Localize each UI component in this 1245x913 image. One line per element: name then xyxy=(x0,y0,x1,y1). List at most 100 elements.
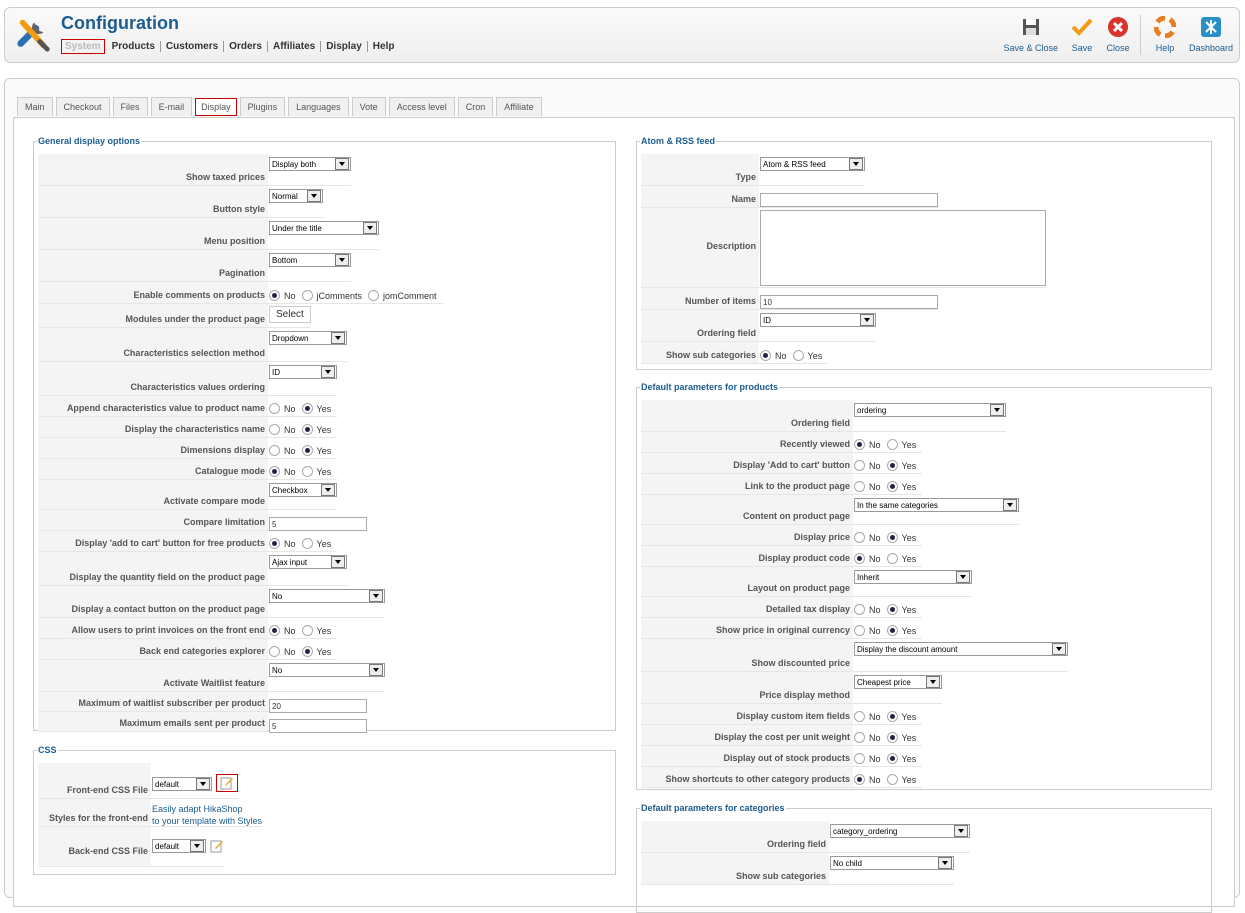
radio-button[interactable] xyxy=(886,439,898,450)
radio-button[interactable] xyxy=(854,439,865,450)
display-add-to-cart-button-radio-yes[interactable]: Yes xyxy=(886,460,916,471)
tab-vote[interactable]: Vote xyxy=(351,97,386,116)
display-product-code-radio-yes[interactable]: Yes xyxy=(886,553,916,564)
radio-button[interactable] xyxy=(301,424,313,435)
tab-affiliate[interactable]: Affiliate xyxy=(496,97,542,116)
radio-button[interactable] xyxy=(886,481,898,492)
radio-button[interactable] xyxy=(854,625,865,636)
description-textarea[interactable] xyxy=(760,210,1046,286)
back-end-categories-explorer-radio-yes[interactable]: Yes xyxy=(301,646,331,657)
characteristics-values-ordering-select[interactable]: ID xyxy=(269,365,337,379)
tab-plugins[interactable]: Plugins xyxy=(239,97,286,116)
radio-button[interactable] xyxy=(886,604,898,615)
radio-button[interactable] xyxy=(886,460,898,471)
radio-button[interactable] xyxy=(301,445,313,456)
radio-button[interactable] xyxy=(301,466,313,477)
save-close-button[interactable]: Save & Close xyxy=(1003,15,1058,55)
number-of-items-input[interactable]: 10 xyxy=(760,295,938,309)
show-shortcuts-to-other-category-products-radio-yes[interactable]: Yes xyxy=(886,774,916,785)
display-custom-item-fields-radio-yes[interactable]: Yes xyxy=(886,711,916,722)
radio-button[interactable] xyxy=(854,532,865,543)
show-shortcuts-to-other-category-products-radio-no[interactable]: No xyxy=(854,774,881,785)
nav-system[interactable]: System xyxy=(61,39,105,54)
display-the-characteristics-name-radio-no[interactable]: No xyxy=(269,424,296,435)
display-add-to-cart-button-for-free-products-radio-yes[interactable]: Yes xyxy=(301,538,331,549)
dashboard-button[interactable]: Dashboard xyxy=(1189,15,1233,55)
maximum-emails-sent-per-product-input[interactable]: 5 xyxy=(269,719,367,733)
nav-products[interactable]: Products xyxy=(107,41,161,52)
radio-button[interactable] xyxy=(886,732,898,743)
show-taxed-prices-select[interactable]: Display both xyxy=(269,157,351,171)
tab-languages[interactable]: Languages xyxy=(288,97,349,116)
append-characteristics-value-to-product-name-radio-yes[interactable]: Yes xyxy=(301,403,331,414)
activate-compare-mode-select[interactable]: Checkbox xyxy=(269,483,337,497)
maximum-of-waitlist-subscriber-per-product-input[interactable]: 20 xyxy=(269,699,367,713)
tab-main[interactable]: Main xyxy=(17,97,53,116)
compare-limitation-input[interactable]: 5 xyxy=(269,517,367,531)
nav-display[interactable]: Display xyxy=(321,41,368,52)
enable-comments-on-products-radio-jcomments[interactable]: jComments xyxy=(301,290,362,301)
edit-css-icon[interactable] xyxy=(216,774,238,792)
layout-on-product-page-select[interactable]: Inherit xyxy=(854,570,972,584)
radio-button[interactable] xyxy=(269,290,280,301)
nav-customers[interactable]: Customers xyxy=(161,41,225,52)
radio-button[interactable] xyxy=(886,625,898,636)
styles-link-1[interactable]: Easily adapt HikaShop xyxy=(152,803,243,815)
tab-access-level[interactable]: Access level xyxy=(388,97,455,116)
button-style-select[interactable]: Normal xyxy=(269,189,323,203)
detailed-tax-display-radio-yes[interactable]: Yes xyxy=(886,604,916,615)
content-on-product-page-select[interactable]: In the same categories xyxy=(854,498,1019,512)
ordering-field-select[interactable]: category_ordering xyxy=(830,824,970,838)
tab-display[interactable]: Display xyxy=(195,98,237,116)
tab-checkout[interactable]: Checkout xyxy=(55,97,110,116)
radio-button[interactable] xyxy=(269,625,280,636)
allow-users-to-print-invoices-on-the-front-end-radio-no[interactable]: No xyxy=(269,625,296,636)
display-price-radio-yes[interactable]: Yes xyxy=(886,532,916,543)
recently-viewed-radio-no[interactable]: No xyxy=(854,439,881,450)
radio-button[interactable] xyxy=(301,625,313,636)
show-sub-categories-select[interactable]: No child xyxy=(830,856,954,870)
ordering-field-select[interactable]: ID xyxy=(760,313,876,327)
show-sub-categories-radio-no[interactable]: No xyxy=(760,350,787,361)
display-add-to-cart-button-for-free-products-radio-no[interactable]: No xyxy=(269,538,296,549)
dimensions-display-radio-yes[interactable]: Yes xyxy=(301,445,331,456)
tab-email[interactable]: E-mail xyxy=(150,97,193,116)
nav-affiliates[interactable]: Affiliates xyxy=(268,41,322,52)
display-out-of-stock-products-radio-yes[interactable]: Yes xyxy=(886,753,916,764)
front-css-select[interactable]: default xyxy=(152,777,212,791)
display-the-quantity-field-on-the-product-page-select[interactable]: Ajax input xyxy=(269,555,347,569)
save-button[interactable]: Save xyxy=(1070,15,1094,55)
radio-button[interactable] xyxy=(269,646,280,657)
radio-button[interactable] xyxy=(854,774,865,785)
price-display-method-select[interactable]: Cheapest price xyxy=(854,675,942,689)
ordering-field-select[interactable]: ordering xyxy=(854,403,1006,417)
radio-button[interactable] xyxy=(792,350,804,361)
radio-button[interactable] xyxy=(269,424,280,435)
back-end-categories-explorer-radio-no[interactable]: No xyxy=(269,646,296,657)
nav-help[interactable]: Help xyxy=(368,41,400,52)
radio-button[interactable] xyxy=(886,753,898,764)
radio-button[interactable] xyxy=(854,481,865,492)
radio-button[interactable] xyxy=(301,646,313,657)
link-to-the-product-page-radio-no[interactable]: No xyxy=(854,481,881,492)
name-input[interactable] xyxy=(760,193,938,207)
display-custom-item-fields-radio-no[interactable]: No xyxy=(854,711,881,722)
radio-button[interactable] xyxy=(301,403,313,414)
catalogue-mode-radio-no[interactable]: No xyxy=(269,466,296,477)
catalogue-mode-radio-yes[interactable]: Yes xyxy=(301,466,331,477)
pagination-select[interactable]: Bottom xyxy=(269,253,351,267)
radio-button[interactable] xyxy=(854,553,865,564)
back-css-select[interactable]: default xyxy=(152,839,206,853)
radio-button[interactable] xyxy=(854,711,865,722)
tab-files[interactable]: Files xyxy=(112,97,148,116)
display-product-code-radio-no[interactable]: No xyxy=(854,553,881,564)
help-button[interactable]: Help xyxy=(1153,15,1177,55)
display-the-cost-per-unit-weight-radio-yes[interactable]: Yes xyxy=(886,732,916,743)
radio-button[interactable] xyxy=(854,753,865,764)
radio-button[interactable] xyxy=(886,711,898,722)
show-discounted-price-select[interactable]: Display the discount amount xyxy=(854,642,1068,656)
link-to-the-product-page-radio-yes[interactable]: Yes xyxy=(886,481,916,492)
radio-button[interactable] xyxy=(854,732,865,743)
radio-button[interactable] xyxy=(886,532,898,543)
menu-position-select[interactable]: Under the title xyxy=(269,221,379,235)
